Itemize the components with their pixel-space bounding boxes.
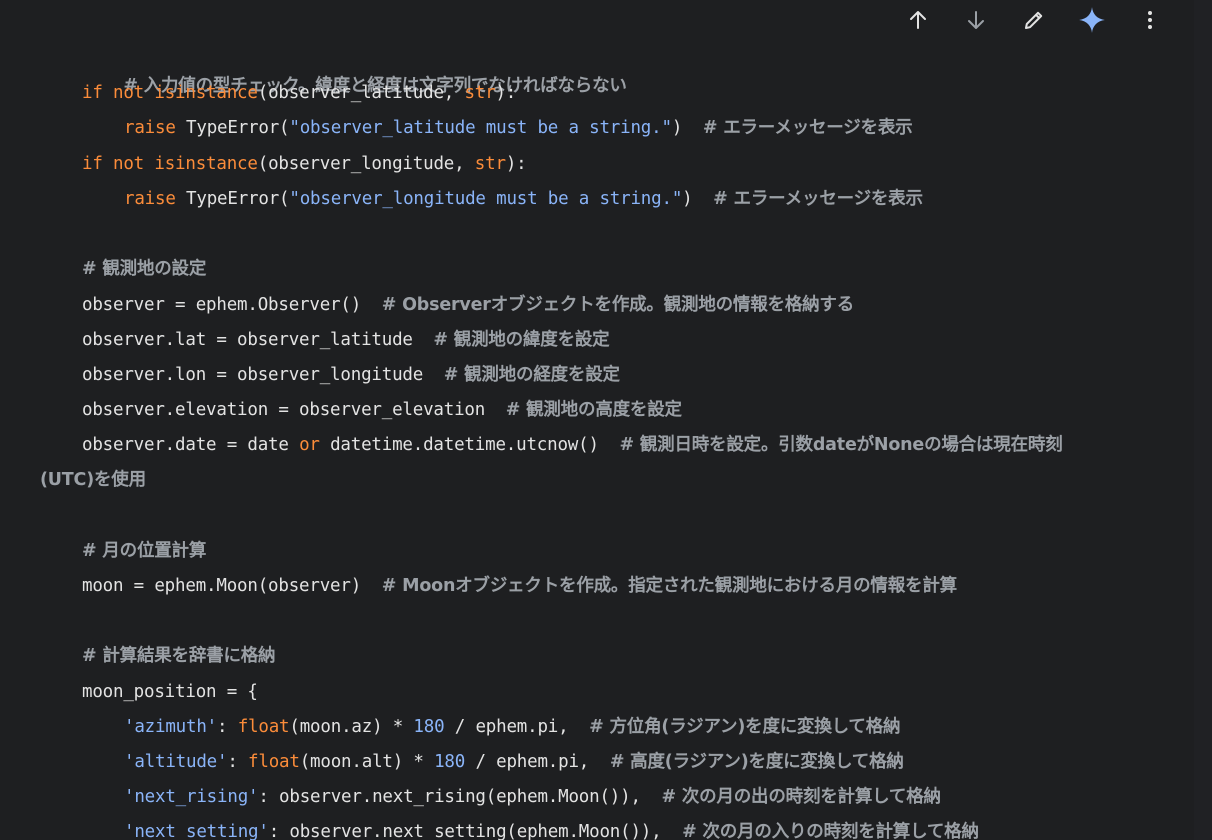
code-line: # 入力値の型チェック。緯度と経度は文字列でなければならない (82, 44, 627, 96)
code-line: 'next_rising': observer.next_rising(ephe… (124, 783, 941, 811)
code-line: raise TypeError("observer_latitude must … (124, 114, 913, 142)
code-comment: # 計算結果を辞書に格納 (82, 646, 276, 666)
code-comment: # 方位角(ラジアン)を度に変換して格納 (589, 717, 901, 737)
code-comment: # 観測地の設定 (82, 259, 207, 279)
sparkle-icon (1079, 7, 1105, 33)
code-builtin: str (464, 83, 496, 103)
code-builtin: float (248, 752, 300, 772)
code-builtin: isinstance (154, 154, 258, 174)
code-comment: # 月の位置計算 (82, 541, 207, 561)
code-builtin: isinstance (154, 83, 258, 103)
code-line: if not isinstance(observer_latitude, str… (82, 79, 516, 107)
code-string: 'next_rising' (124, 787, 259, 807)
code-line: (UTC)を使用 (40, 466, 146, 494)
code-line: # 観測地の設定 (82, 255, 206, 283)
code-string: "observer_latitude must be a string." (289, 118, 672, 138)
scroll-up-button[interactable] (900, 4, 936, 36)
arrow-down-icon (968, 11, 984, 29)
code-text: (moon.alt) * (299, 752, 435, 772)
code-keyword: if (82, 83, 103, 103)
code-text: ): (495, 83, 517, 103)
code-line: moon_position = { (82, 678, 258, 706)
code-comment: # Moonオブジェクトを作成。指定された観測地における月の情報を計算 (381, 576, 957, 596)
code-line: observer = ephem.Observer() # Observerオブ… (82, 291, 854, 319)
code-line: # 計算結果を辞書に格納 (82, 642, 276, 670)
code-keyword: raise (124, 118, 176, 138)
code-text: : observer.next_setting(ephem.Moon()), (268, 822, 683, 840)
code-text: (observer_longitude, (257, 154, 475, 174)
code-text: moon = ephem.Moon(observer) (82, 576, 382, 596)
code-keyword: raise (124, 189, 176, 209)
scroll-down-button[interactable] (958, 4, 994, 36)
edit-button[interactable] (1016, 4, 1052, 36)
code-line: observer.lon = observer_longitude # 観測地の… (82, 361, 620, 389)
code-keyword: or (299, 435, 320, 455)
code-string: "observer_longitude must be a string." (289, 189, 683, 209)
code-comment: # 観測日時を設定。引数dateがNoneの場合は現在時刻 (619, 435, 1063, 455)
arrow-up-icon (910, 11, 926, 29)
code-line: observer.date = date or datetime.datetim… (82, 431, 1063, 459)
code-text: / ephem.pi, (444, 717, 590, 737)
code-text: : (217, 717, 238, 737)
code-string: 'altitude' (124, 752, 228, 772)
ai-assist-button[interactable] (1074, 4, 1110, 36)
code-text: : observer.next_rising(ephem.Moon()), (258, 787, 662, 807)
code-comment: # 観測地の経度を設定 (443, 365, 620, 385)
more-options-button[interactable] (1132, 4, 1168, 36)
code-number: 180 (434, 752, 466, 772)
code-line: moon = ephem.Moon(observer) # Moonオブジェクト… (82, 572, 957, 600)
code-text: ): (505, 154, 527, 174)
code-text: : (227, 752, 249, 772)
code-text: TypeError( (175, 118, 290, 138)
scrollbar-track[interactable] (1194, 0, 1212, 840)
code-comment: # 次の月の出の時刻を計算して格納 (661, 787, 941, 807)
code-keyword: if (82, 154, 103, 174)
code-string: 'azimuth' (124, 717, 218, 737)
code-comment: # 観測地の緯度を設定 (433, 330, 610, 350)
code-comment: # 次の月の入りの時刻を計算して格納 (682, 822, 979, 840)
code-keyword: not (113, 154, 145, 174)
code-toolbar (900, 4, 1168, 36)
code-line: raise TypeError("observer_longitude must… (124, 185, 923, 213)
code-line: observer.elevation = observer_elevation … (82, 396, 682, 424)
code-text: moon_position = { (82, 682, 258, 702)
code-text: observer = ephem.Observer() (82, 295, 382, 315)
code-number: 180 (413, 717, 445, 737)
code-line: 'next_setting': observer.next_setting(ep… (124, 818, 979, 840)
code-line: # 月の位置計算 (82, 537, 206, 565)
more-vert-icon (1148, 11, 1152, 29)
code-text: observer.date = date (82, 435, 300, 455)
code-text: observer.lon = observer_longitude (82, 365, 444, 385)
code-text: observer.elevation = observer_elevation (82, 400, 506, 420)
code-text: TypeError( (175, 189, 290, 209)
code-line: 'azimuth': float(moon.az) * 180 / ephem.… (124, 713, 901, 741)
code-text: observer.lat = observer_latitude (82, 330, 434, 350)
code-comment: # Observerオブジェクトを作成。観測地の情報を格納する (381, 295, 855, 315)
code-line: if not isinstance(observer_longitude, st… (82, 150, 527, 178)
code-builtin: float (237, 717, 290, 737)
code-text: / ephem.pi, (465, 752, 610, 772)
code-line: 'altitude': float(moon.alt) * 180 / ephe… (124, 748, 904, 776)
code-comment: # 観測地の高度を設定 (505, 400, 682, 420)
code-string: 'next_setting' (124, 822, 269, 840)
code-line: observer.lat = observer_latitude # 観測地の緯… (82, 326, 610, 354)
code-block: # 入力値の型チェック。緯度と経度は文字列でなければならない if not is… (0, 0, 1194, 840)
code-text: (observer_latitude, (257, 83, 465, 103)
code-text: ) (671, 118, 703, 138)
code-text: (moon.az) * (289, 717, 414, 737)
pencil-icon (1025, 11, 1043, 29)
code-comment: # エラーメッセージを表示 (702, 118, 913, 138)
code-text: ) (682, 189, 714, 209)
code-comment: # 高度(ラジアン)を度に変換して格納 (609, 752, 904, 772)
code-keyword: not (113, 83, 145, 103)
code-text: datetime.datetime.utcnow() (319, 435, 620, 455)
code-comment: # エラーメッセージを表示 (713, 189, 923, 209)
code-comment: (UTC)を使用 (40, 470, 146, 490)
code-builtin: str (474, 154, 506, 174)
